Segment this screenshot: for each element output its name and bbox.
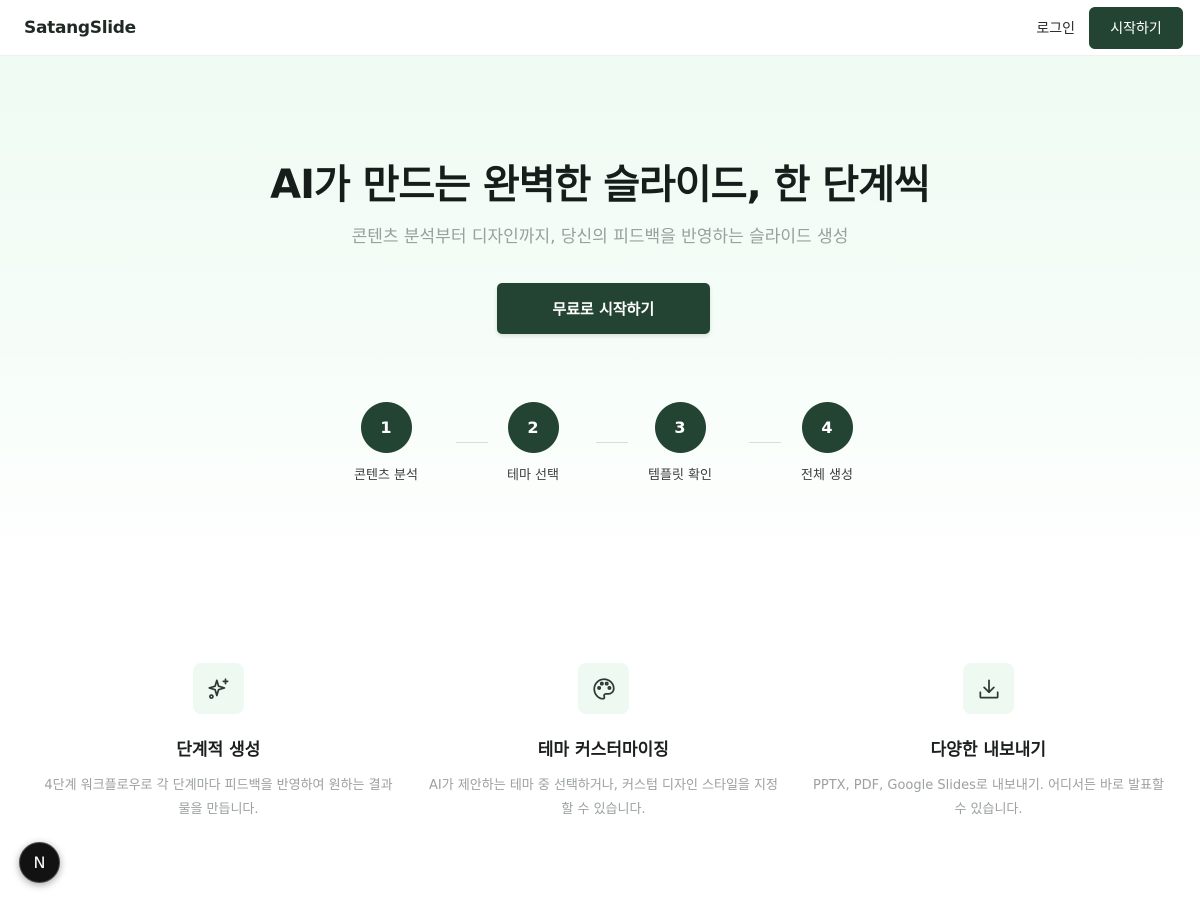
feature-theme-customizing: 테마 커스터마이징 AI가 제안하는 테마 중 선택하거나, 커스텀 디자인 스…: [411, 663, 796, 822]
step-3: 3 템플릿 확인: [615, 402, 745, 483]
step-label: 전체 생성: [801, 468, 853, 483]
feature-title: 다양한 내보내기: [930, 740, 1047, 760]
feature-description: 4단계 워크플로우로 각 단계마다 피드백을 반영하여 원하는 결과물을 만듭니…: [44, 778, 393, 817]
page: SatangSlide 로그인 시작하기 AI가 만드는 완벽한 슬라이드, 한…: [0, 0, 1200, 899]
cta-start-free-button[interactable]: 무료로 시작하기: [497, 283, 710, 334]
step-number: 1: [360, 402, 412, 453]
start-button[interactable]: 시작하기: [1089, 6, 1183, 49]
feature-title: 테마 커스터마이징: [537, 740, 670, 760]
step-label: 콘텐츠 분석: [354, 468, 418, 483]
palette-icon: [578, 663, 629, 714]
dev-tools-badge[interactable]: N: [19, 842, 60, 883]
step-2: 2 테마 선택: [468, 402, 598, 483]
feature-description: AI가 제안하는 테마 중 선택하거나, 커스텀 디자인 스타일을 지정할 수 …: [429, 778, 778, 817]
step-number: 4: [801, 402, 853, 453]
hero-subtitle: 콘텐츠 분석부터 디자인까지, 당신의 피드백을 반영하는 슬라이드 생성: [351, 227, 849, 247]
step-1: 1 콘텐츠 분석: [321, 402, 451, 483]
hero-title: AI가 만드는 완벽한 슬라이드, 한 단계씩: [270, 162, 931, 208]
feature-stepwise-generation: 단계적 생성 4단계 워크플로우로 각 단계마다 피드백을 반영하여 원하는 결…: [26, 663, 411, 822]
feature-description: PPTX, PDF, Google Slides로 내보내기. 어디서든 바로 …: [813, 778, 1164, 817]
feature-title: 단계적 생성: [176, 740, 261, 760]
step-4: 4 전체 생성: [762, 402, 892, 483]
step-number: 2: [507, 402, 559, 453]
logo[interactable]: SatangSlide: [24, 18, 136, 38]
top-nav: SatangSlide 로그인 시작하기: [0, 0, 1200, 56]
step-label: 템플릿 확인: [648, 468, 712, 483]
feature-export-options: 다양한 내보내기 PPTX, PDF, Google Slides로 내보내기.…: [796, 663, 1181, 822]
download-icon: [963, 663, 1014, 714]
step-label: 테마 선택: [507, 468, 559, 483]
step-number: 3: [654, 402, 706, 453]
nav-actions: 로그인 시작하기: [1036, 6, 1183, 49]
login-link[interactable]: 로그인: [1036, 18, 1075, 38]
sparkles-icon: [193, 663, 244, 714]
